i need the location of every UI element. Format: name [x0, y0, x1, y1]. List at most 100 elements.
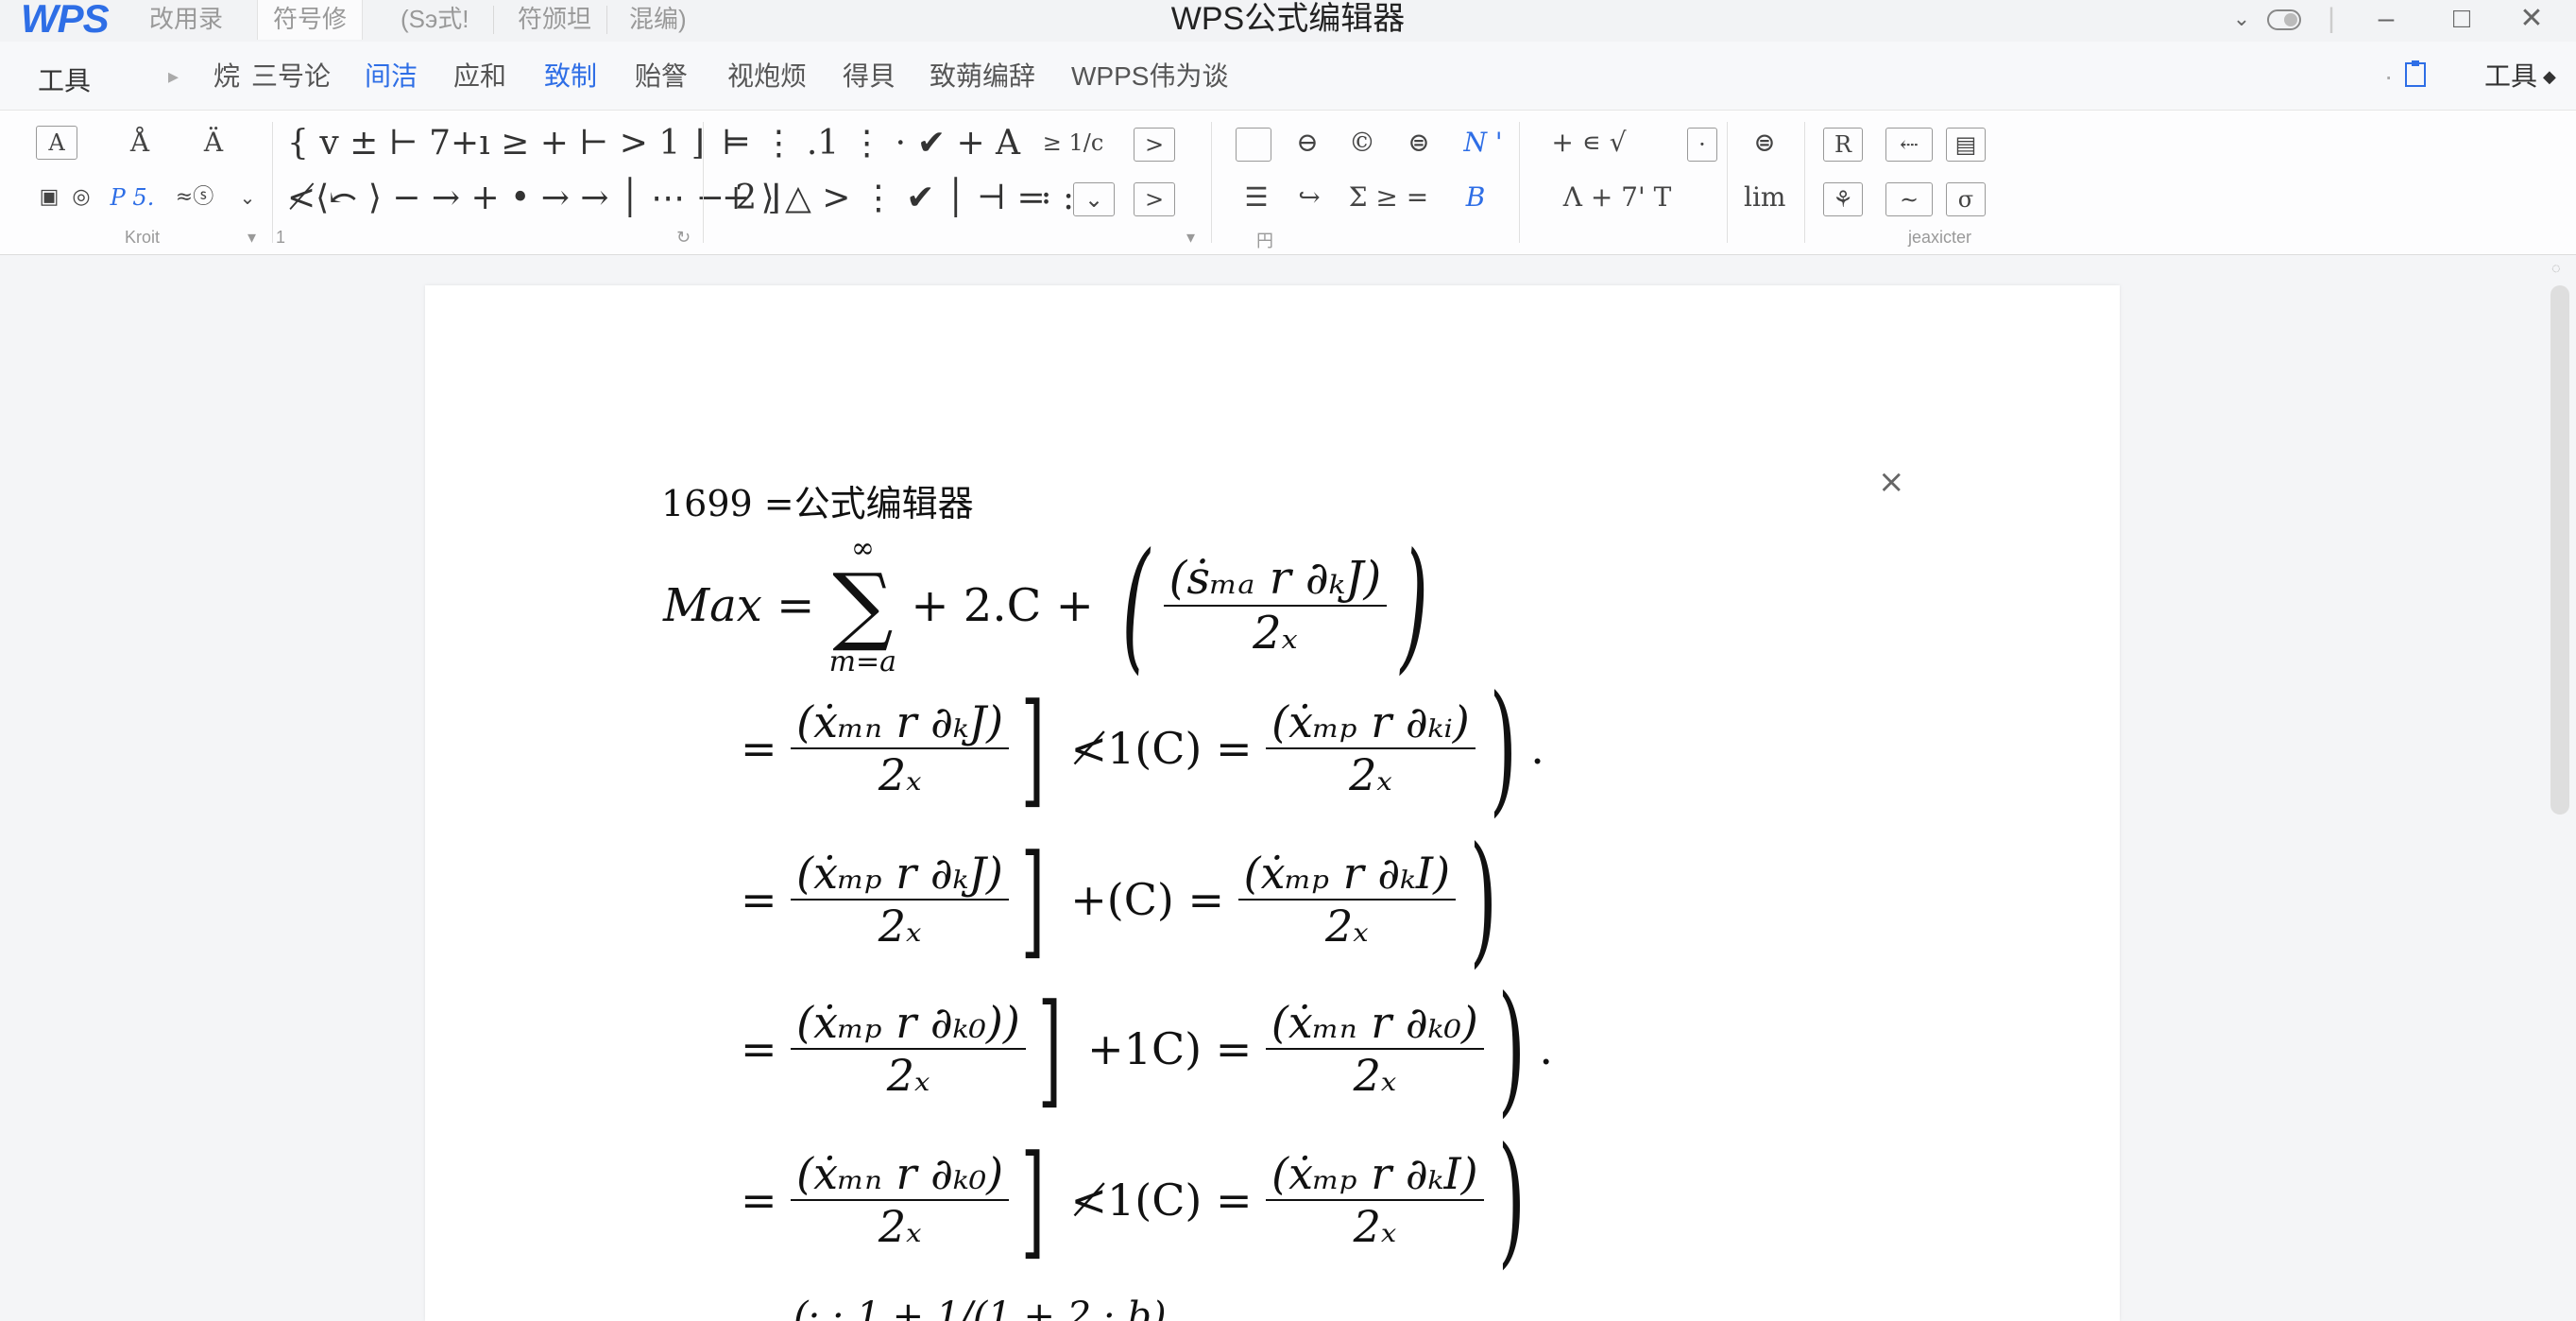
- fraction: (ẋₘₙ r ∂ₖ₀) 2ₓ: [1265, 997, 1484, 1101]
- menu-item-1[interactable]: 烷: [213, 60, 240, 93]
- menu-item-6[interactable]: 贻詧: [635, 60, 688, 93]
- fraction-button[interactable]: ≥ 1/c: [1035, 124, 1111, 162]
- menu-tools-right[interactable]: 工具: [2484, 60, 2537, 93]
- toggle-icon[interactable]: [2265, 2, 2303, 39]
- fraction-denominator: 2ₓ: [1253, 607, 1298, 660]
- title-divider: |: [2328, 3, 2335, 34]
- pin-icon[interactable]: ◆: [2543, 60, 2556, 93]
- group4-label: 円: [1256, 232, 1273, 250]
- group2-expand-icon[interactable]: ↻: [676, 228, 691, 248]
- template-box-1-icon[interactable]: >: [1134, 128, 1175, 162]
- fraction-numerator: (ẋₘₚ r ∂ₖᵢ): [1266, 696, 1476, 749]
- square-template-icon[interactable]: [1236, 128, 1271, 162]
- fraction: (ẋₘₚ r ∂ₖᵢ) 2ₓ: [1266, 696, 1476, 800]
- doc-tab-2[interactable]: 符号修: [257, 0, 364, 40]
- right-bracket: ]: [1020, 677, 1046, 820]
- fraction-denominator: 2ₓ: [1353, 1050, 1397, 1101]
- menu-item-10[interactable]: WPPS伟为谈: [1071, 60, 1228, 93]
- frame-box-icon[interactable]: ▤: [1946, 128, 1986, 162]
- arrow-right-icon[interactable]: ↪: [1288, 179, 1330, 216]
- circle-template-icon[interactable]: ⊖: [1287, 124, 1328, 162]
- menu-item-5[interactable]: 致制: [544, 60, 597, 93]
- group1-label: Kroit: [125, 228, 161, 247]
- dotted-circle-icon[interactable]: ⊜: [1744, 124, 1785, 162]
- close-button[interactable]: ✕: [2513, 2, 2550, 36]
- insert-box-icon[interactable]: R: [1823, 128, 1863, 162]
- vertical-scrollbar-thumb[interactable]: [2550, 285, 2569, 815]
- group3-expand-icon[interactable]: ▾: [1186, 228, 1195, 248]
- equation-row-1[interactable]: = (ẋₘₙ r ∂ₖJ) 2ₓ] ≮1(C) = (ẋₘₚ r ∂ₖᵢ) 2ₓ).: [741, 677, 1544, 820]
- fraction-numerator: (ẋₘₚ r ∂ₖI): [1266, 1148, 1484, 1201]
- menu-item-3[interactable]: 间洁: [365, 60, 418, 93]
- menu-arrow-icon: ▸: [168, 64, 179, 88]
- style-picker-icon[interactable]: ≈ⓢ: [174, 179, 215, 216]
- small-box-template-icon[interactable]: ·: [1687, 128, 1717, 162]
- fraction-denominator: 2ₓ: [886, 1050, 930, 1101]
- left-paren: (: [1121, 523, 1150, 688]
- equation-row-4[interactable]: = (ẋₘₙ r ∂ₖ₀) 2ₓ] ≮1(C) = (ẋₘₚ r ∂ₖI) 2ₓ): [741, 1128, 1539, 1272]
- circle-icon[interactable]: ◎: [60, 179, 102, 216]
- group4-sym-3[interactable]: + ∊ √: [1532, 124, 1646, 162]
- figure-box-icon[interactable]: ⚘: [1823, 182, 1863, 216]
- symbol-row-1[interactable]: { v ± ⊢ 7+ı ≥ + ⊢ > 1 ⌋: [287, 122, 705, 165]
- chevron-down-icon[interactable]: ⌄: [227, 179, 268, 216]
- circle-eq-icon[interactable]: ⊜: [1398, 124, 1440, 162]
- template-box-2-icon[interactable]: ⌄: [1073, 182, 1115, 216]
- format-template-icon[interactable]: A: [36, 126, 77, 160]
- fraction-denominator: 2ₓ: [1353, 1201, 1397, 1252]
- fraction: (ẋₘₙ r ∂ₖ₀) 2ₓ: [791, 1148, 1010, 1252]
- scroll-up-icon[interactable]: ◌: [2551, 261, 2561, 278]
- group1-expand-icon[interactable]: ▾: [247, 228, 256, 248]
- doc-tab-1[interactable]: 改用录: [134, 0, 238, 40]
- circle-c-icon[interactable]: ©: [1341, 124, 1383, 162]
- menu-item-8[interactable]: 得貝: [843, 60, 896, 93]
- right-paren: ): [1497, 967, 1526, 1131]
- equation-row-2[interactable]: = (ẋₘₚ r ∂ₖJ) 2ₓ] +(C) = (ẋₘₚ r ∂ₖI) 2ₓ): [741, 829, 1511, 970]
- group4-sym-1[interactable]: N ': [1455, 124, 1511, 162]
- menu-item-4[interactable]: 应和: [453, 60, 506, 93]
- fraction: (ẋₘₚ r ∂ₖI) 2ₓ: [1266, 1148, 1484, 1252]
- equation-row-3[interactable]: = (ẋₘₚ r ∂ₖ₀)) 2ₓ] +1C) = (ẋₘₙ r ∂ₖ₀) 2ₓ).: [741, 967, 1553, 1131]
- equation-cut-line: (· · 1 + 1/(1 + 2 · b): [793, 1295, 1167, 1321]
- eq-sign: =: [741, 1023, 777, 1074]
- font-size-value[interactable]: P 5.: [104, 179, 161, 216]
- template-box-3-icon[interactable]: >: [1134, 182, 1175, 216]
- menu-item-7[interactable]: 视炮烦: [727, 60, 807, 93]
- close-equation-button[interactable]: ×: [1878, 463, 1905, 501]
- sum-lower: m=a: [828, 645, 897, 678]
- maximize-button[interactable]: □: [2443, 2, 2481, 36]
- tab-separator: [493, 6, 494, 34]
- fraction-numerator: (ẋₘₙ r ∂ₖ₀): [791, 1148, 1010, 1201]
- fraction: (ẋₘₚ r ∂ₖJ) 2ₓ: [791, 848, 1009, 952]
- ribbon-separator: [1519, 122, 1520, 243]
- doc-tab-3[interactable]: (Sэ式!: [385, 0, 485, 40]
- minimize-button[interactable]: –: [2367, 2, 2405, 36]
- group4-sym-2[interactable]: B: [1455, 179, 1496, 216]
- eq-sign: =: [741, 874, 777, 925]
- menu-item-2[interactable]: 三号论: [251, 60, 331, 93]
- symbol-row-2[interactable]: ≮⟨⤺ ⟩ − → + • → → │ ⋯ − 2 ⌋: [287, 177, 781, 220]
- menu-tools-left[interactable]: 工具: [38, 60, 91, 98]
- arrows-box-icon[interactable]: ⇠: [1885, 128, 1933, 162]
- sum-template-icon[interactable]: Σ ≥ =: [1341, 179, 1436, 216]
- style-a-icon[interactable]: Å: [119, 124, 161, 162]
- doc-tab-4[interactable]: 符颁坦: [503, 0, 606, 40]
- group4-sym-4[interactable]: Λ + 7' T: [1532, 179, 1702, 216]
- fraction-denominator: 2ₓ: [878, 749, 922, 800]
- right-bracket: ]: [1020, 1128, 1046, 1272]
- doc-tab-5[interactable]: 混编): [614, 0, 702, 40]
- menu-item-9[interactable]: 致蒴编辞: [930, 60, 1035, 93]
- eq-middle: ≮1(C) =: [1070, 723, 1253, 774]
- matrix-icon[interactable]: ☰: [1236, 179, 1277, 216]
- equation-line-1[interactable]: Max = ∞ ∑ m=a + 2.C + ((ṡₘₐ r ∂ₖJ) 2ₓ): [663, 523, 1442, 688]
- sigma-box-icon[interactable]: σ: [1946, 182, 1986, 216]
- wave-box-icon[interactable]: ∼: [1885, 182, 1933, 216]
- fraction-numerator: (ẋₘₙ r ∂ₖJ): [791, 696, 1010, 749]
- style-b-icon[interactable]: Ä: [193, 124, 234, 162]
- limit-icon[interactable]: lim: [1744, 179, 1785, 216]
- note-icon[interactable]: [2403, 60, 2428, 96]
- symbol-row-2b[interactable]: + ⟩ △ > ⋮ ✔ │ ⊣ ≕ :: [722, 177, 1074, 220]
- symbol-row-1b[interactable]: ⊨ ⋮ .1 ⋮ ⋅ ✔ + A: [722, 122, 1020, 165]
- minimize-small-icon[interactable]: ⌄: [2223, 2, 2260, 36]
- right-paren: ): [1400, 523, 1429, 688]
